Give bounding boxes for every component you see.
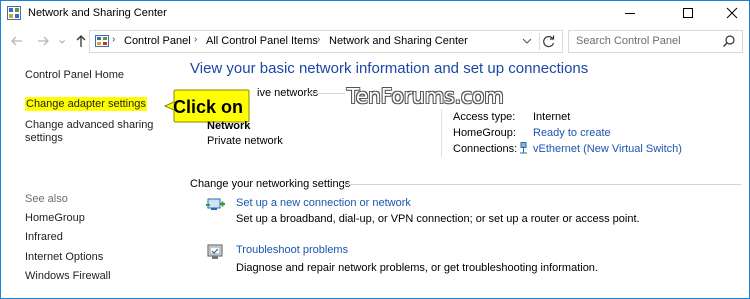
access-type-value: Internet: [533, 111, 571, 123]
breadcrumb-network-center[interactable]: Network and Sharing Center: [329, 35, 468, 47]
troubleshoot-problems-description: Diagnose and repair network problems, or…: [236, 262, 598, 274]
maximize-button[interactable]: [671, 1, 705, 26]
change-adapter-settings-link[interactable]: Change adapter settings: [25, 97, 147, 111]
new-connection-icon: [206, 198, 225, 210]
change-settings-divider: [343, 184, 741, 185]
watermark: TenForums.com: [347, 84, 504, 108]
ethernet-connection-icon: [520, 142, 527, 154]
see-also-heading: See also: [25, 193, 68, 205]
change-adapter-settings-label: Change adapter settings: [25, 97, 147, 111]
search-input[interactable]: Search Control Panel: [568, 30, 743, 53]
see-also-homegroup-link[interactable]: HomeGroup: [25, 212, 85, 224]
active-networks-divider: [307, 93, 345, 94]
homegroup-label: HomeGroup:: [453, 127, 516, 139]
troubleshoot-icon: [207, 244, 223, 259]
network-name: Network: [207, 120, 251, 132]
minimize-button[interactable]: [613, 1, 647, 26]
title-bar: Network and Sharing Center: [1, 1, 749, 26]
page-title: View your basic network information and …: [190, 60, 589, 77]
breadcrumb-all-items[interactable]: All Control Panel Items: [206, 35, 318, 47]
refresh-icon[interactable]: [539, 33, 558, 50]
recent-locations-chevron-icon[interactable]: [59, 33, 69, 49]
breadcrumb-separator-icon: ›: [194, 34, 198, 45]
connections-label: Connections:: [453, 143, 518, 155]
forward-arrow-icon[interactable]: [35, 33, 51, 49]
close-button[interactable]: [715, 1, 749, 26]
see-also-infrared-link[interactable]: Infrared: [25, 231, 63, 243]
chevron-down-icon[interactable]: [520, 35, 534, 47]
vethernet-connection-link[interactable]: vEthernet (New Virtual Switch): [533, 143, 682, 155]
network-center-icon: [7, 6, 21, 20]
see-also-windows-firewall-link[interactable]: Windows Firewall: [25, 270, 111, 282]
change-advanced-sharing-link-line2[interactable]: settings: [25, 132, 63, 144]
access-type-label: Access type:: [453, 111, 516, 123]
homegroup-ready-link[interactable]: Ready to create: [533, 127, 611, 139]
network-type[interactable]: Private network: [207, 135, 283, 147]
breadcrumb-separator-icon: ›: [317, 34, 321, 45]
address-bar: › Control Panel › All Control Panel Item…: [1, 27, 749, 55]
breadcrumb-separator-icon: ›: [112, 34, 116, 45]
change-settings-heading: Change your networking settings: [190, 178, 351, 190]
breadcrumb-control-panel[interactable]: Control Panel: [124, 35, 191, 47]
control-panel-home-link[interactable]: Control Panel Home: [25, 69, 124, 81]
back-arrow-icon[interactable]: [9, 33, 25, 49]
address-box[interactable]: › Control Panel › All Control Panel Item…: [89, 30, 563, 53]
up-arrow-icon[interactable]: [73, 33, 89, 49]
setup-new-connection-description: Set up a broadband, dial-up, or VPN conn…: [236, 213, 640, 225]
control-panel-icon: [95, 35, 109, 47]
window-title: Network and Sharing Center: [28, 7, 167, 19]
search-icon[interactable]: [722, 34, 736, 48]
see-also-internet-options-link[interactable]: Internet Options: [25, 251, 103, 263]
window: Network and Sharing Center › Control Pan…: [0, 0, 750, 299]
change-advanced-sharing-link[interactable]: Change advanced sharing: [25, 119, 153, 131]
setup-new-connection-link[interactable]: Set up a new connection or network: [236, 197, 411, 209]
troubleshoot-problems-link[interactable]: Troubleshoot problems: [236, 244, 348, 256]
properties-divider: [441, 109, 442, 157]
callout-text: Click on: [173, 97, 244, 117]
search-placeholder: Search Control Panel: [576, 35, 681, 47]
